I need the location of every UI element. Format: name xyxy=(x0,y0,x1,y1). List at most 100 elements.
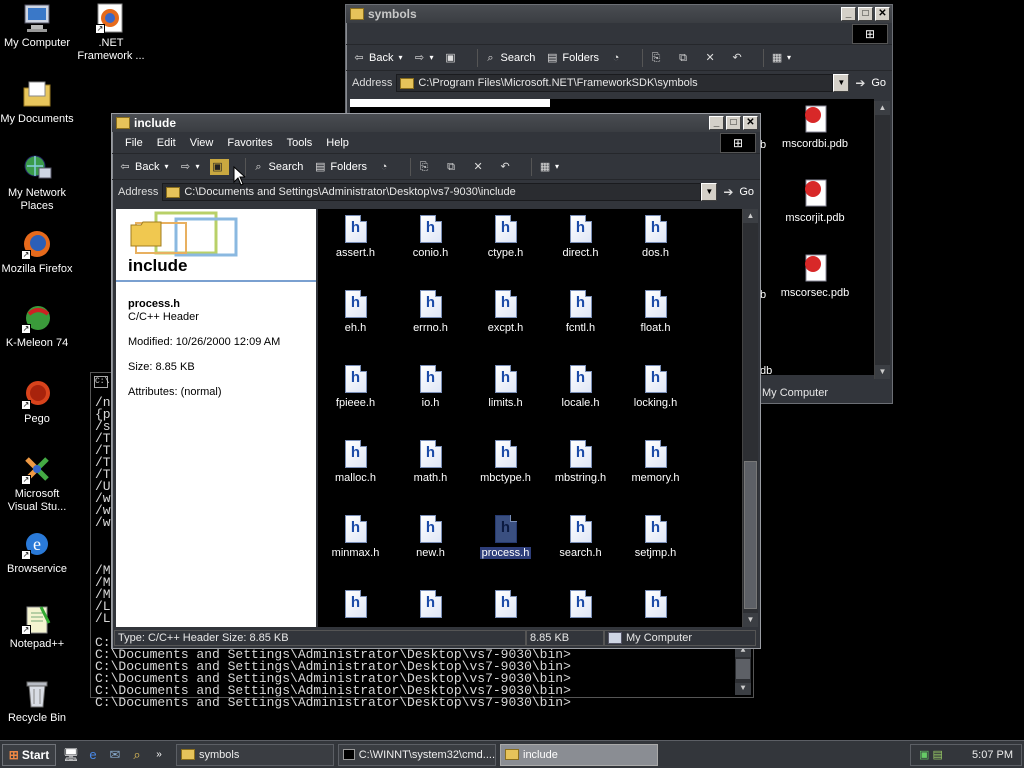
scroll-thumb[interactable] xyxy=(744,461,757,609)
file-item[interactable]: h mbstring.h xyxy=(543,440,618,484)
symbols-titlebar[interactable]: symbols _ □ ✕ xyxy=(346,5,892,23)
history-button[interactable]: ◔ xyxy=(609,51,626,65)
show-desktop-icon[interactable]: 🖥 xyxy=(62,746,80,764)
back-dropdown-icon[interactable]: ▾ xyxy=(398,53,402,62)
task-button-include[interactable]: include xyxy=(500,743,658,766)
desktop-icon-dotnet-framework[interactable]: ↗ .NET Framework ... xyxy=(74,2,148,63)
go-button[interactable]: ➔ Go xyxy=(723,185,754,199)
file-item[interactable]: h xyxy=(393,590,468,622)
menu-file[interactable]: File xyxy=(118,137,150,149)
file-item[interactable]: h setjmp.h xyxy=(618,515,693,559)
desktop-icon-mozilla-firefox[interactable]: ↗ Mozilla Firefox xyxy=(0,228,74,276)
up-folder-button[interactable]: ▣ xyxy=(444,51,461,65)
folders-button[interactable]: ▤ Folders xyxy=(545,51,599,65)
file-item[interactable]: h new.h xyxy=(393,515,468,559)
back-dropdown-icon[interactable]: ▾ xyxy=(164,162,168,171)
task-button-cmd[interactable]: C:\WINNT\system32\cmd.... xyxy=(338,743,496,766)
forward-dropdown-icon[interactable]: ▾ xyxy=(195,162,199,171)
desktop-icon-my-network-places[interactable]: My Network Places xyxy=(0,152,74,213)
desktop-icon-browservice[interactable]: e ↗ Browservice xyxy=(0,528,74,576)
file-item[interactable]: h direct.h xyxy=(543,215,618,259)
desktop-icon-notepad-plus-plus[interactable]: ↗ Notepad++ xyxy=(0,603,74,651)
file-item[interactable]: h xyxy=(543,590,618,622)
file-item[interactable]: h process.h xyxy=(468,515,543,559)
desktop-icon-visual-studio[interactable]: ↗ Microsoft Visual Stu... xyxy=(0,453,74,514)
file-item[interactable]: h locking.h xyxy=(618,365,693,409)
move-to-button[interactable]: ⎘ xyxy=(417,160,434,174)
include-window[interactable]: include _ □ ✕ File Edit View Favorites T… xyxy=(111,113,761,649)
up-folder-button[interactable]: ▣ xyxy=(209,158,229,175)
file-item[interactable]: h conio.h xyxy=(393,215,468,259)
scroll-up-arrow-icon[interactable]: ▲ xyxy=(875,101,890,115)
folders-button[interactable]: ▤ Folders xyxy=(313,160,367,174)
file-item[interactable]: h dos.h xyxy=(618,215,693,259)
delete-button[interactable]: ✕ xyxy=(471,160,488,174)
address-input[interactable]: C:\Program Files\Microsoft.NET\Framework… xyxy=(396,74,834,92)
file-item[interactable]: h math.h xyxy=(393,440,468,484)
go-button[interactable]: ➔ Go xyxy=(855,76,886,90)
address-dropdown-button[interactable]: ▼ xyxy=(833,74,850,92)
ie-icon[interactable]: e xyxy=(84,746,102,764)
file-item[interactable]: h memory.h xyxy=(618,440,693,484)
address-dropdown-button[interactable]: ▼ xyxy=(701,183,718,201)
file-item[interactable]: h errno.h xyxy=(393,290,468,334)
views-dropdown-icon[interactable]: ▾ xyxy=(787,53,791,62)
outlook-icon[interactable]: ✉ xyxy=(106,746,124,764)
copy-to-button[interactable]: ⧉ xyxy=(676,51,693,65)
views-dropdown-icon[interactable]: ▾ xyxy=(555,162,559,171)
file-item[interactable]: mscorjit.pdb xyxy=(775,177,855,224)
search-button[interactable]: ⌕ Search xyxy=(252,160,303,174)
scroll-down-arrow-icon[interactable]: ▼ xyxy=(743,613,758,627)
menu-edit[interactable]: Edit xyxy=(150,137,183,149)
file-item[interactable]: h float.h xyxy=(618,290,693,334)
scroll-down-arrow-icon[interactable]: ▼ xyxy=(735,683,751,695)
file-item[interactable]: h assert.h xyxy=(318,215,393,259)
menu-view[interactable]: View xyxy=(183,137,221,149)
file-item[interactable]: h locale.h xyxy=(543,365,618,409)
desktop-icon-my-documents[interactable]: My Documents xyxy=(0,78,74,126)
file-item[interactable]: h search.h xyxy=(543,515,618,559)
undo-button[interactable]: ↶ xyxy=(498,160,515,174)
file-item[interactable]: h xyxy=(318,590,393,622)
desktop-icon-pego[interactable]: ↗ Pego xyxy=(0,378,74,426)
move-to-button[interactable]: ⎘ xyxy=(649,51,666,65)
minimize-button[interactable]: _ xyxy=(841,7,856,21)
file-item[interactable]: h xyxy=(468,590,543,622)
views-button[interactable]: ▦ ▾ xyxy=(770,51,791,65)
maximize-button[interactable]: □ xyxy=(858,7,873,21)
file-item[interactable]: h fpieee.h xyxy=(318,365,393,409)
desktop-icon-recycle-bin[interactable]: Recycle Bin xyxy=(0,677,74,725)
explorer-icon[interactable]: ⌕ xyxy=(128,746,146,764)
maximize-button[interactable]: □ xyxy=(726,116,741,130)
symbols-scrollbar[interactable]: ▲ ▼ xyxy=(874,101,890,379)
forward-dropdown-icon[interactable]: ▾ xyxy=(429,53,433,62)
copy-to-button[interactable]: ⧉ xyxy=(444,160,461,174)
menu-tools[interactable]: Tools xyxy=(280,137,320,149)
file-item[interactable]: mscorsec.pdb xyxy=(775,252,855,299)
undo-button[interactable]: ↶ xyxy=(730,51,747,65)
include-titlebar[interactable]: include _ □ ✕ xyxy=(112,114,760,132)
file-item[interactable]: h mbctype.h xyxy=(468,440,543,484)
menu-favorites[interactable]: Favorites xyxy=(220,137,279,149)
file-item[interactable]: h ctype.h xyxy=(468,215,543,259)
scroll-down-arrow-icon[interactable]: ▼ xyxy=(875,365,890,379)
file-item[interactable]: h io.h xyxy=(393,365,468,409)
file-item[interactable]: mscordbi.pdb xyxy=(775,103,855,150)
task-button-symbols[interactable]: symbols xyxy=(176,743,334,766)
chevron-icon[interactable]: » xyxy=(150,746,168,764)
start-button[interactable]: ⊞ Start xyxy=(2,743,56,766)
history-button[interactable]: ◔ xyxy=(377,160,394,174)
forward-button[interactable]: ⇨ ▾ xyxy=(412,51,434,65)
views-button[interactable]: ▦ ▾ xyxy=(538,160,559,174)
file-item[interactable]: h eh.h xyxy=(318,290,393,334)
close-button[interactable]: ✕ xyxy=(743,116,758,130)
forward-button[interactable]: ⇨ ▾ xyxy=(178,160,200,174)
file-item[interactable]: h minmax.h xyxy=(318,515,393,559)
console-scrollbar[interactable]: ▲ ▼ xyxy=(735,645,751,695)
minimize-button[interactable]: _ xyxy=(709,116,724,130)
security-tray-icon[interactable]: ▤ xyxy=(932,749,942,761)
back-button[interactable]: ⇦ Back ▾ xyxy=(352,51,402,65)
close-button[interactable]: ✕ xyxy=(875,7,890,21)
include-scrollbar[interactable]: ▲ ▼ xyxy=(742,209,758,627)
file-item[interactable]: h fcntl.h xyxy=(543,290,618,334)
